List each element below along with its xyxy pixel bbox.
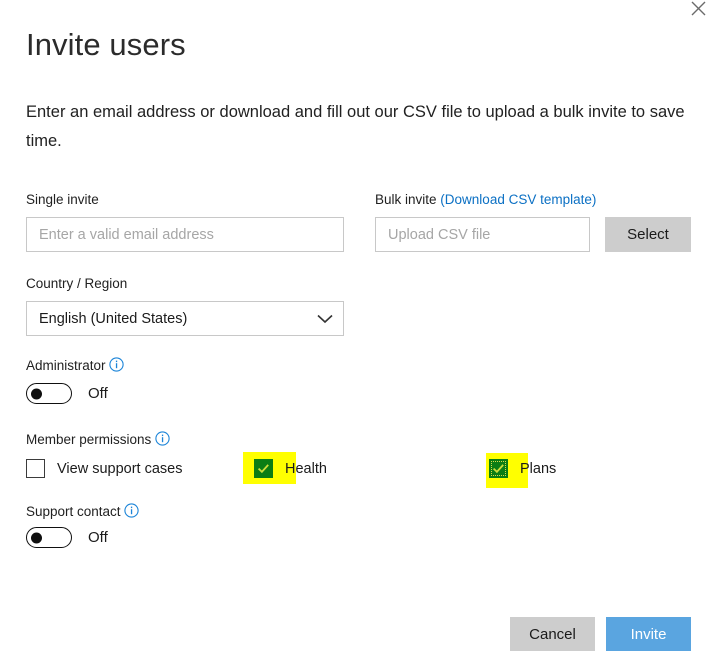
permission-label: Plans [520, 460, 557, 477]
country-region-label: Country / Region [26, 276, 128, 291]
download-csv-template-link[interactable]: (Download CSV template) [440, 192, 596, 207]
select-file-button[interactable]: Select [605, 217, 691, 252]
single-invite-label: Single invite [26, 192, 99, 207]
page-title: Invite users [26, 27, 186, 62]
check-icon [257, 464, 269, 474]
info-icon[interactable] [109, 357, 124, 377]
checkbox-view-support-cases[interactable] [26, 459, 45, 478]
country-region-value: English (United States) [39, 310, 188, 327]
check-icon [492, 464, 504, 474]
chevron-down-icon [317, 314, 333, 323]
info-icon[interactable] [155, 431, 170, 451]
info-icon[interactable] [124, 503, 139, 523]
support-contact-toggle-state: Off [88, 529, 108, 546]
bulk-invite-label: Bulk invite [375, 192, 437, 207]
administrator-toggle[interactable] [26, 383, 72, 404]
dialog-description: Enter an email address or download and f… [26, 103, 685, 150]
close-dialog-button[interactable] [683, 0, 713, 22]
toggle-knob [31, 532, 42, 543]
bulk-invite-label-group: Bulk invite (Download CSV template) [375, 191, 596, 209]
country-region-select[interactable]: English (United States) [26, 301, 344, 336]
permission-option-health[interactable]: Health [254, 459, 327, 478]
bulk-invite-file-input[interactable] [375, 217, 590, 252]
administrator-toggle-state: Off [88, 385, 108, 402]
permission-option-view-support-cases[interactable]: View support cases [26, 459, 182, 478]
administrator-label: Administrator [26, 358, 106, 373]
support-contact-toggle[interactable] [26, 527, 72, 548]
toggle-knob [31, 388, 42, 399]
permission-label: View support cases [57, 460, 183, 477]
support-contact-label-group: Support contact [26, 503, 139, 523]
single-invite-input[interactable] [26, 217, 344, 252]
permission-label: Health [285, 460, 327, 477]
member-permissions-label-group: Member permissions [26, 431, 170, 451]
close-icon [691, 1, 705, 15]
cancel-button[interactable]: Cancel [510, 617, 595, 651]
support-contact-toggle-row: Off [26, 527, 108, 548]
administrator-label-group: Administrator [26, 357, 124, 377]
checkbox-health[interactable] [254, 459, 273, 478]
permission-option-plans[interactable]: Plans [489, 459, 556, 478]
administrator-toggle-row: Off [26, 383, 108, 404]
support-contact-label: Support contact [26, 504, 121, 519]
invite-button[interactable]: Invite [606, 617, 691, 651]
member-permissions-label: Member permissions [26, 432, 152, 447]
checkbox-plans[interactable] [489, 459, 508, 478]
